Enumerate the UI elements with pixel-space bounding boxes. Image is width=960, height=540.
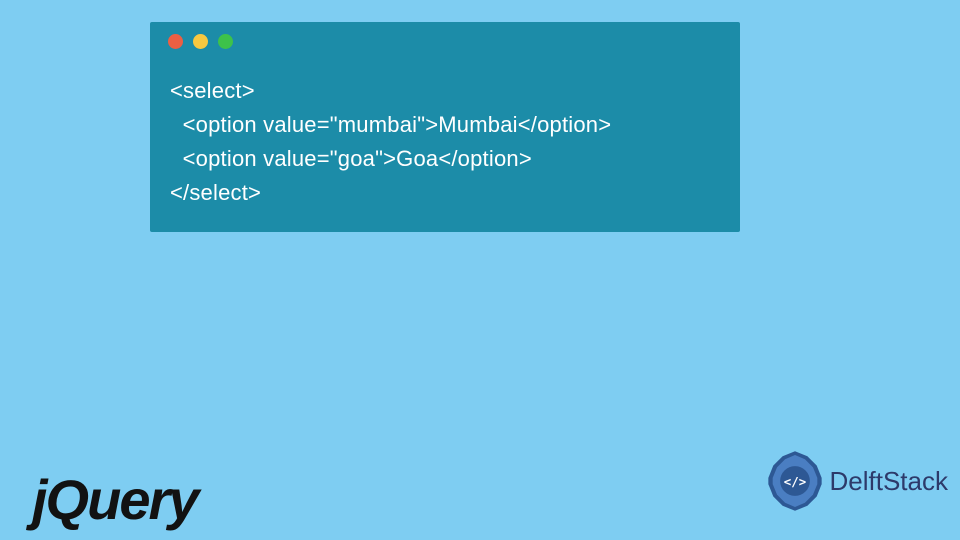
code-line: <select> xyxy=(170,74,720,108)
code-body: <select> <option value="mumbai">Mumbai</… xyxy=(150,60,740,232)
jquery-logo: jQuery xyxy=(32,465,197,530)
code-line: <option value="mumbai">Mumbai</option> xyxy=(170,108,720,142)
delftstack-emblem-icon: </> xyxy=(764,450,826,512)
close-icon[interactable] xyxy=(168,34,183,49)
delftstack-logo-text: DelftStack xyxy=(830,466,949,497)
jquery-logo-text: jQuery xyxy=(32,467,197,532)
window-titlebar xyxy=(150,22,740,60)
code-window: <select> <option value="mumbai">Mumbai</… xyxy=(150,22,740,232)
code-line: <option value="goa">Goa</option> xyxy=(170,142,720,176)
delftstack-logo: </> DelftStack xyxy=(764,450,949,512)
code-line: </select> xyxy=(170,176,720,210)
maximize-icon[interactable] xyxy=(218,34,233,49)
minimize-icon[interactable] xyxy=(193,34,208,49)
svg-text:</>: </> xyxy=(783,474,805,489)
